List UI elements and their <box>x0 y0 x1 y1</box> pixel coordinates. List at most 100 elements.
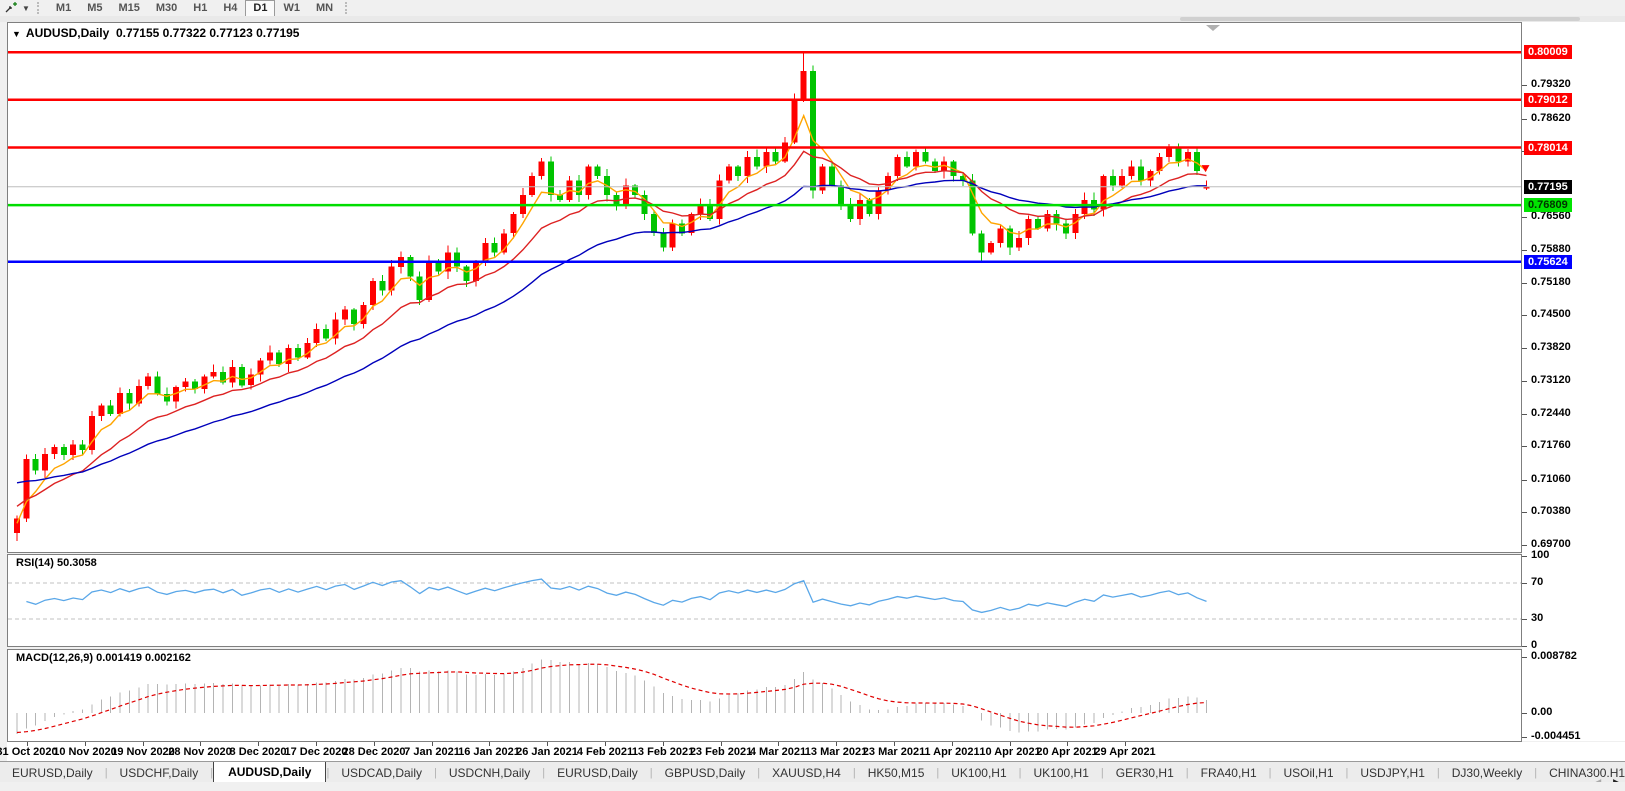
axis-tick <box>1522 512 1527 513</box>
axis-tick <box>1522 381 1527 382</box>
chart-tab-hk50-m15[interactable]: HK50,M15 <box>856 764 937 783</box>
price-axis-label: 0.00 <box>1531 706 1552 718</box>
date-axis-label: 4 Mar 2021 <box>750 746 806 758</box>
axis-tick <box>1522 446 1527 447</box>
price-badge: 0.76809 <box>1524 198 1572 212</box>
chart-tab-usoil-h1[interactable]: USOil,H1 <box>1272 764 1346 783</box>
chart-tab-usdchf-daily[interactable]: USDCHF,Daily <box>108 764 211 783</box>
timeframe-button-m15[interactable]: M15 <box>110 0 147 17</box>
toolbar-grip <box>37 2 44 14</box>
axis-tick <box>1522 348 1527 349</box>
price-axis-label: 0.70380 <box>1531 505 1571 517</box>
axis-tick <box>1522 545 1527 546</box>
price-badge: 0.79012 <box>1524 93 1572 107</box>
price-axis-label: 0.73120 <box>1531 374 1571 386</box>
date-axis-label: 23 Mar 2021 <box>863 746 925 758</box>
price-badge: 0.77195 <box>1524 180 1572 194</box>
axis-tick <box>1522 315 1527 316</box>
chevron-down-icon[interactable]: ▼ <box>22 4 30 13</box>
price-badge: 0.80009 <box>1524 45 1572 59</box>
axis-tick <box>1522 85 1527 86</box>
axis-tick <box>1522 646 1527 647</box>
date-axis-label: 29 Apr 2021 <box>1094 746 1155 758</box>
chart-tab-usdcad-daily[interactable]: USDCAD,Daily <box>329 764 434 783</box>
chart-tab-xauusd-h4[interactable]: XAUUSD,H4 <box>760 764 853 783</box>
price-badge: 0.75624 <box>1524 255 1572 269</box>
symbol-period-label: AUDUSD,Daily <box>26 26 109 40</box>
price-axis-label: 0.79320 <box>1531 78 1571 90</box>
date-axis-label: 23 Feb 2021 <box>690 746 752 758</box>
price-axis-label: 30 <box>1531 612 1543 624</box>
price-axis-label: 0.75180 <box>1531 276 1571 288</box>
macd-indicator-panel[interactable] <box>7 649 1522 742</box>
chart-tool-icon[interactable] <box>2 1 22 15</box>
price-axis-label: 0.74500 <box>1531 308 1571 320</box>
timeframe-button-h1[interactable]: H1 <box>185 0 215 17</box>
axis-tick <box>1522 619 1527 620</box>
price-axis-label: 100 <box>1531 549 1549 561</box>
date-axis-label: 7 Jan 2021 <box>404 746 460 758</box>
timeframe-button-h4[interactable]: H4 <box>215 0 245 17</box>
date-axis-label: 16 Jan 2021 <box>458 746 520 758</box>
ohlc-values: 0.77155 0.77322 0.77123 0.77195 <box>116 26 300 40</box>
chart-tab-eurusd-daily[interactable]: EURUSD,Daily <box>0 764 105 783</box>
date-axis-label: 26 Jan 2021 <box>516 746 578 758</box>
chart-tab-fra40-h1[interactable]: FRA40,H1 <box>1189 764 1269 783</box>
chart-title-caret-icon[interactable]: ▼ <box>12 29 21 39</box>
date-axis-label: 31 Oct 2020 <box>0 746 58 758</box>
axis-tick <box>1522 119 1527 120</box>
axis-tick <box>1522 217 1527 218</box>
chart-tab-uk100-h1[interactable]: UK100,H1 <box>939 764 1018 783</box>
date-axis-label: 10 Apr 2021 <box>979 746 1040 758</box>
price-axis[interactable]: 0.793200.786200.779400.765600.758800.751… <box>1522 22 1625 741</box>
date-axis-label: 28 Dec 2020 <box>343 746 406 758</box>
date-axis-label: 19 Nov 2020 <box>111 746 175 758</box>
axis-tick <box>1522 713 1527 714</box>
axis-tick <box>1522 657 1527 658</box>
timeframe-button-mn[interactable]: MN <box>308 0 341 17</box>
price-axis-label: 0.78620 <box>1531 112 1571 124</box>
chart-tab-usdjpy-h1[interactable]: USDJPY,H1 <box>1348 764 1436 783</box>
date-axis[interactable]: 31 Oct 202010 Nov 202019 Nov 202028 Nov … <box>7 742 1625 761</box>
date-axis-label: 1 Apr 2021 <box>924 746 979 758</box>
date-axis-label: 13 Feb 2021 <box>632 746 694 758</box>
chart-tab-gbpusd-daily[interactable]: GBPUSD,Daily <box>653 764 758 783</box>
price-axis-label: 0.71760 <box>1531 439 1571 451</box>
price-axis-label: 0.73820 <box>1531 341 1571 353</box>
price-axis-label: 70 <box>1531 576 1543 588</box>
timeframe-toolbar: ▼ M1M5M15M30H1H4D1W1MN <box>0 0 1625 17</box>
price-axis-label: 0.75880 <box>1531 243 1571 255</box>
timeframe-button-m30[interactable]: M30 <box>148 0 185 17</box>
date-axis-label: 8 Dec 2020 <box>230 746 287 758</box>
price-axis-label: 0.72440 <box>1531 407 1571 419</box>
axis-tick <box>1522 480 1527 481</box>
timeframe-button-m5[interactable]: M5 <box>79 0 110 17</box>
axis-tick <box>1522 556 1527 557</box>
chart-tab-uk100-h1[interactable]: UK100,H1 <box>1022 764 1101 783</box>
timeframe-button-m1[interactable]: M1 <box>48 0 79 17</box>
price-axis-label: 0.008782 <box>1531 650 1577 662</box>
axis-tick <box>1522 283 1527 284</box>
chart-title: ▼ AUDUSD,Daily 0.77155 0.77322 0.77123 0.… <box>12 26 299 40</box>
rsi-label: RSI(14) 50.3058 <box>16 557 97 569</box>
chart-tab-bar: EURUSD,Daily|USDCHF,Daily|AUDUSD,Daily|U… <box>0 761 1625 783</box>
chart-tab-dj30-weekly[interactable]: DJ30,Weekly <box>1440 764 1534 783</box>
chart-tab-audusd-daily[interactable]: AUDUSD,Daily <box>213 761 326 783</box>
timeframe-button-d1[interactable]: D1 <box>245 0 275 17</box>
price-axis-label: 0.71060 <box>1531 473 1571 485</box>
main-price-chart[interactable] <box>7 22 1522 553</box>
chart-tab-ger30-h1[interactable]: GER30,H1 <box>1104 764 1186 783</box>
timeframe-button-w1[interactable]: W1 <box>275 0 308 17</box>
price-badge: 0.78014 <box>1524 141 1572 155</box>
hscrollbar-thumb[interactable] <box>1180 17 1580 21</box>
rsi-indicator-panel[interactable] <box>7 554 1522 647</box>
window-bottom-strip <box>0 782 1625 791</box>
date-axis-label: 17 Dec 2020 <box>285 746 348 758</box>
axis-tick <box>1522 250 1527 251</box>
axis-tick <box>1522 583 1527 584</box>
chart-tab-eurusd-daily[interactable]: EURUSD,Daily <box>545 764 650 783</box>
axis-tick <box>1522 414 1527 415</box>
axis-tick <box>1522 737 1527 738</box>
date-axis-label: 20 Apr 2021 <box>1036 746 1097 758</box>
chart-tab-usdcnh-daily[interactable]: USDCNH,Daily <box>437 764 542 783</box>
